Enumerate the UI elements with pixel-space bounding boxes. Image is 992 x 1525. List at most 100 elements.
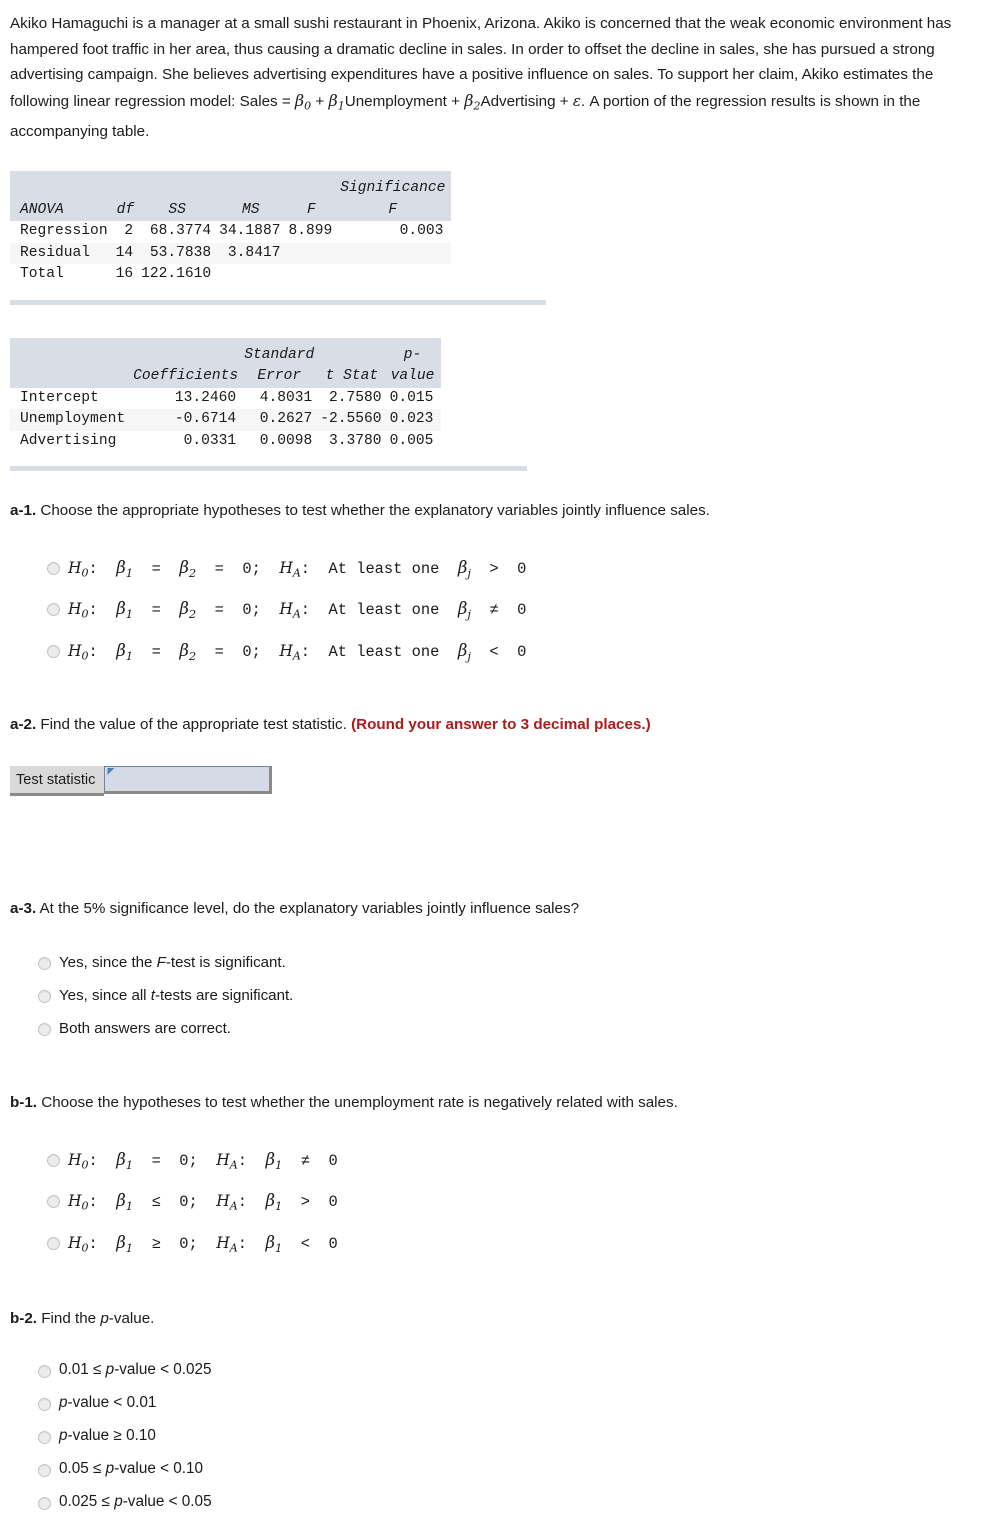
option-text-pre: 0.01 ≤: [59, 1360, 106, 1378]
coefficients-table-bottom-rule: [10, 466, 527, 472]
beta-j: β: [457, 640, 468, 660]
option-text-post: -value < 0.05: [122, 1492, 212, 1510]
tail-expression: ≠ 0: [470, 601, 527, 620]
separator-1: :: [88, 1234, 117, 1253]
ha-subscript: A: [292, 607, 301, 621]
option-label: H0: β1 = β2 = 0; HA: At least one βj ≠ 0: [68, 599, 526, 624]
coefficients-table-head: Standard p- Coefficients Error t Stat va…: [10, 337, 442, 388]
radio-option-a3-2[interactable]: Yes, since all t-tests are significant.: [0, 986, 992, 1006]
question-b1-text: b-1. Choose the hypotheses to test wheth…: [0, 1092, 992, 1114]
coef-blank-2: [133, 338, 244, 367]
ha-subscript: A: [229, 1199, 238, 1213]
beta-2: β: [179, 640, 189, 660]
ha-symbol: H: [216, 1150, 230, 1169]
beta-1: β: [116, 599, 126, 619]
anova-header-df: df: [116, 201, 135, 218]
radio-option-b1-3[interactable]: H0: β1 ≥ 0; HA: β1 < 0: [0, 1233, 992, 1258]
question-a1-number: a-1.: [10, 502, 37, 520]
h0-subscript: 0: [81, 1158, 89, 1172]
beta-j: β: [457, 599, 468, 619]
anova-row-df: 14: [115, 244, 134, 261]
coef-row-coefficient: 0.0331: [183, 432, 237, 449]
radio-button-icon[interactable]: [47, 644, 60, 658]
anova-row-f: [288, 264, 340, 286]
option-text-italic: p: [105, 1360, 115, 1378]
radio-button-icon[interactable]: [47, 1153, 60, 1167]
option-text-italic: F: [156, 953, 166, 971]
separator-1: :: [88, 642, 117, 661]
radio-option-b1-2[interactable]: H0: β1 ≤ 0; HA: β1 > 0: [0, 1191, 992, 1216]
h0-subscript: 0: [81, 607, 89, 621]
test-statistic-input[interactable]: [105, 766, 269, 791]
option-label: Yes, since all t-tests are significant.: [59, 986, 293, 1006]
radio-option-b1-1[interactable]: H0: β1 = 0; HA: β1 ≠ 0: [0, 1150, 992, 1175]
radio-button-icon[interactable]: [38, 1397, 51, 1411]
anova-table-body: Regression 2 68.3774 34.1887 8.899 0.003…: [10, 221, 452, 286]
radio-button-icon[interactable]: [38, 1430, 51, 1444]
radio-button-icon[interactable]: [38, 1022, 51, 1036]
table-row: Advertising 0.0331 0.0098 3.3780 0.005: [10, 431, 441, 453]
anova-table-head: Significance ANOVA df SS MS F F: [10, 171, 452, 222]
radio-button-icon[interactable]: [47, 1236, 60, 1250]
tail-expression: < 0: [282, 1234, 338, 1253]
coef-header-p: p-: [403, 346, 422, 363]
option-label: p-value < 0.01: [59, 1393, 156, 1413]
radio-button-icon[interactable]: [47, 1195, 60, 1209]
coef-header-standard: Standard: [244, 346, 315, 363]
h0-subscript: 0: [81, 1199, 89, 1213]
ha-subscript: A: [292, 648, 301, 662]
radio-button-icon[interactable]: [38, 989, 51, 1003]
question-a2-body: Find the value of the appropriate test s…: [36, 715, 352, 733]
radio-option-a3-3[interactable]: Both answers are correct.: [0, 1019, 992, 1039]
radio-button-icon[interactable]: [47, 562, 60, 576]
coef-header-blank: [10, 366, 133, 388]
coef-row-label: Intercept: [20, 389, 99, 406]
question-b2-options: 0.01 ≤ p-value < 0.025 p-value < 0.01 p-…: [0, 1360, 992, 1512]
option-label: H0: β1 = 0; HA: β1 ≠ 0: [68, 1150, 338, 1175]
question-b2-p-italic: p: [100, 1309, 109, 1327]
option-text-post: -value < 0.01: [67, 1393, 157, 1411]
radio-button-icon[interactable]: [38, 956, 51, 970]
option-text-pre: Yes, since the: [59, 953, 157, 971]
radio-option-a3-1[interactable]: Yes, since the F-test is significant.: [0, 953, 992, 973]
anova-row-df: 2: [124, 223, 134, 240]
coef-row-pvalue: 0.005: [389, 432, 434, 449]
question-b1-number: b-1.: [10, 1093, 38, 1111]
anova-row-f: 8.899: [288, 223, 333, 240]
test-statistic-field-wrapper[interactable]: [104, 765, 272, 794]
h0-symbol: H: [68, 1233, 82, 1252]
equals-1: =: [133, 601, 180, 620]
radio-option-b2-1[interactable]: 0.01 ≤ p-value < 0.025: [0, 1360, 992, 1380]
coef-header-error: Error: [257, 368, 302, 385]
option-text-post: -tests are significant.: [154, 986, 294, 1004]
option-label: p-value ≥ 0.10: [59, 1426, 156, 1446]
anova-row-ss: 53.7838: [149, 244, 212, 261]
radio-option-b2-4[interactable]: 0.05 ≤ p-value < 0.10: [0, 1459, 992, 1479]
coef-row-pvalue: 0.023: [389, 411, 434, 428]
radio-option-b2-3[interactable]: p-value ≥ 0.10: [0, 1426, 992, 1446]
radio-option-a1-2[interactable]: H0: β1 = β2 = 0; HA: At least one βj ≠ 0: [0, 599, 992, 624]
radio-option-b2-2[interactable]: p-value < 0.01: [0, 1393, 992, 1413]
radio-option-a1-3[interactable]: H0: β1 = β2 = 0; HA: At least one βj < 0: [0, 641, 992, 666]
radio-option-a1-1[interactable]: H0: β1 = β2 = 0; HA: At least one βj > 0: [0, 558, 992, 583]
ha-symbol: H: [279, 641, 293, 660]
radio-button-icon[interactable]: [38, 1364, 51, 1378]
coef-row-standard-error: 0.2627: [259, 411, 313, 428]
radio-button-icon[interactable]: [38, 1463, 51, 1477]
radio-button-icon[interactable]: [38, 1496, 51, 1510]
beta-2: β: [179, 599, 189, 619]
equals-1: = 0;: [133, 1151, 217, 1170]
coefficients-table: Standard p- Coefficients Error t Stat va…: [10, 337, 442, 453]
radio-button-icon[interactable]: [47, 603, 60, 617]
coef-blank-3: [320, 338, 389, 367]
radio-option-b2-5[interactable]: 0.025 ≤ p-value < 0.05: [0, 1492, 992, 1512]
option-label: H0: β1 = β2 = 0; HA: At least one βj > 0: [68, 558, 526, 583]
option-text-post: -test is significant.: [165, 953, 286, 971]
coef-row-tstat: 2.7580: [329, 389, 382, 406]
separator-2: :: [237, 1234, 266, 1253]
term-unemployment: Unemployment +: [344, 92, 465, 110]
anova-table: Significance ANOVA df SS MS F F Regressi…: [10, 171, 452, 286]
anova-header-ss: SS: [168, 201, 186, 218]
option-label: 0.05 ≤ p-value < 0.10: [59, 1459, 203, 1479]
table-row: Regression 2 68.3774 34.1887 8.899 0.003: [10, 221, 451, 243]
